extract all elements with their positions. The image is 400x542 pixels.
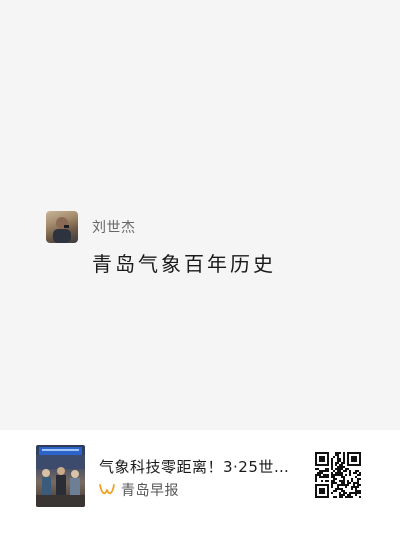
source-name: 青岛早报	[121, 483, 179, 499]
card-title[interactable]: 气象科技零距离！3·25世界气象日	[99, 456, 289, 477]
shared-video-card[interactable]: 气象科技零距离！3·25世界气象日 青岛早报	[0, 430, 400, 542]
author-name[interactable]: 刘世杰	[92, 217, 136, 237]
qr-code-icon	[315, 452, 361, 498]
avatar[interactable]	[46, 211, 78, 243]
card-source: 青岛早报	[99, 480, 179, 500]
video-thumbnail[interactable]	[36, 445, 85, 507]
post-title: 青岛气象百年历史	[92, 252, 276, 276]
author-row: 刘世杰	[46, 210, 376, 244]
channels-icon	[99, 484, 115, 495]
post: 刘世杰 青岛气象百年历史	[46, 210, 376, 277]
